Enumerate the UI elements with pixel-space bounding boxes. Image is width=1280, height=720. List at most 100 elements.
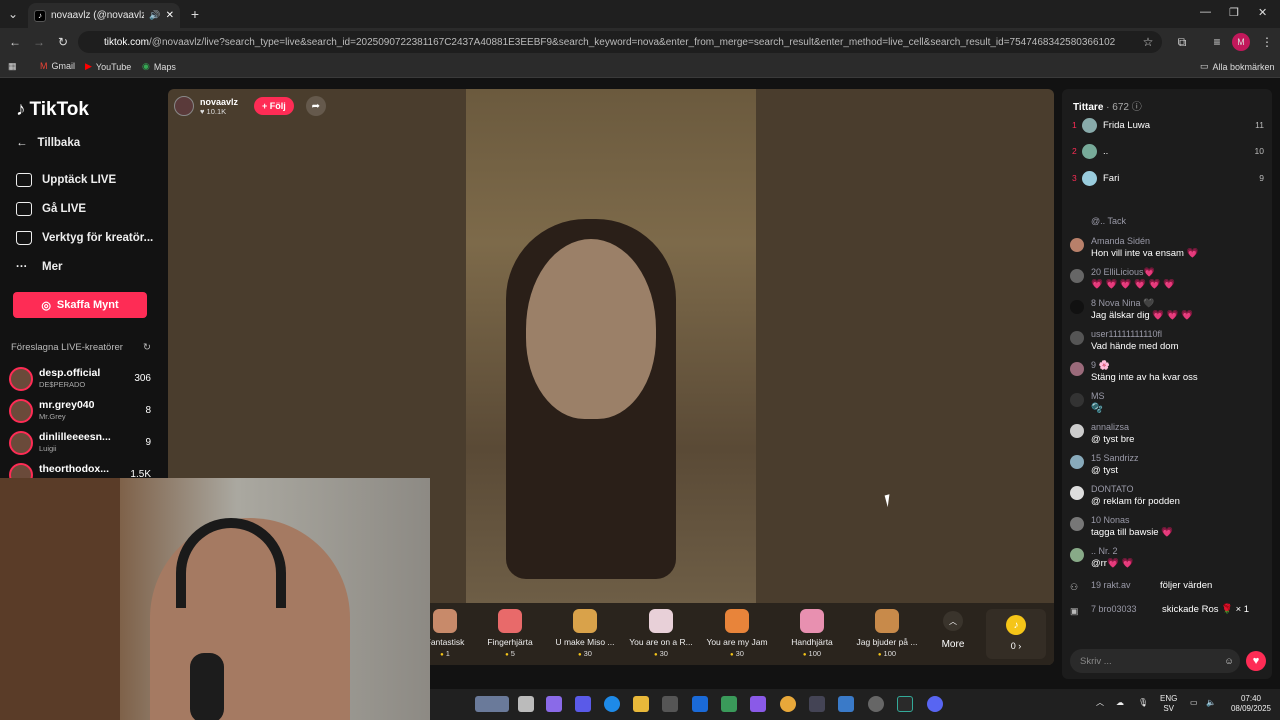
- chat-user[interactable]: annalizsa: [1091, 422, 1129, 432]
- chat-avatar[interactable]: [1070, 362, 1084, 376]
- viewers-title[interactable]: Tittare · 672 ⓘ: [1073, 98, 1142, 113]
- chat-user[interactable]: 20 ElliLicious💗: [1091, 267, 1155, 278]
- chat-user[interactable]: user11111111110fl: [1091, 329, 1162, 339]
- language-indicator[interactable]: ENG SV: [1160, 694, 1177, 714]
- chat-avatar[interactable]: [1070, 424, 1084, 438]
- edge-icon[interactable]: [604, 696, 620, 712]
- task-view-icon[interactable]: [518, 696, 534, 712]
- chat-input[interactable]: Skriv ... ☺: [1070, 649, 1240, 673]
- chat-avatar[interactable]: [1070, 238, 1084, 252]
- chat-user[interactable]: @.. Tack: [1091, 216, 1126, 226]
- ranking-row[interactable]: 3 Fari 9: [1072, 169, 1264, 187]
- media-icon[interactable]: ≡: [1208, 33, 1226, 51]
- obs-icon[interactable]: [868, 696, 884, 712]
- app-icon[interactable]: [809, 696, 825, 712]
- chat-user[interactable]: DONTATO: [1091, 484, 1134, 494]
- refresh-icon[interactable]: ↻: [143, 342, 151, 353]
- host-name[interactable]: novaavlz: [200, 97, 238, 107]
- chatgpt-icon[interactable]: [897, 696, 913, 712]
- gift-item[interactable]: You are my Jam 30: [698, 609, 776, 658]
- chat-user[interactable]: Amanda Sidén: [1091, 236, 1150, 246]
- back-icon[interactable]: ←: [6, 33, 24, 51]
- coin-balance[interactable]: ♪ 0 ›: [986, 609, 1046, 659]
- tiktok-logo[interactable]: ♪ TikTok: [16, 99, 89, 121]
- new-tab-button[interactable]: +: [186, 5, 204, 23]
- chat-user[interactable]: MS: [1091, 391, 1105, 401]
- bookmark-youtube[interactable]: ▶ YouTube: [85, 61, 131, 72]
- gift-item[interactable]: Fingerhjärta 5: [471, 609, 549, 658]
- profile-avatar[interactable]: M: [1232, 33, 1250, 51]
- onedrive-icon[interactable]: ☁: [1116, 698, 1124, 708]
- nav-discover-live[interactable]: Upptäck LIVE: [16, 173, 116, 187]
- chat-user[interactable]: 9 🌸: [1091, 360, 1110, 371]
- discord-icon[interactable]: [927, 696, 943, 712]
- apps-icon[interactable]: ▦: [8, 61, 17, 72]
- file-explorer-icon[interactable]: [633, 696, 649, 712]
- gift-item[interactable]: Jag bjuder på ... 100: [848, 609, 926, 658]
- mic-icon[interactable]: 🎙: [1138, 698, 1148, 708]
- gift-item[interactable]: Handhjärta 100: [773, 609, 851, 658]
- info-icon[interactable]: ⓘ: [1132, 102, 1142, 113]
- chat-user[interactable]: .. Nr. 2: [1091, 546, 1118, 556]
- chat-avatar[interactable]: [1070, 269, 1084, 283]
- chat-user[interactable]: 7 bro03033: [1091, 604, 1137, 614]
- share-icon[interactable]: ➦: [305, 96, 326, 116]
- minimize-icon[interactable]: —: [1200, 6, 1211, 18]
- more-gifts-button[interactable]: ︿ More: [938, 611, 968, 650]
- vpn-icon[interactable]: [721, 696, 737, 712]
- chat-avatar[interactable]: [1070, 300, 1084, 314]
- chat-avatar[interactable]: [1070, 517, 1084, 531]
- tab-search-icon[interactable]: ⌄: [4, 5, 22, 23]
- ranking-row[interactable]: 1 Frida Luwa 11: [1072, 116, 1264, 134]
- bookmark-maps[interactable]: ◉ Maps: [142, 61, 176, 72]
- all-bookmarks[interactable]: ▭ Alla bokmärken: [1200, 61, 1275, 72]
- nav-go-live[interactable]: Gå LIVE: [16, 202, 86, 216]
- url-input[interactable]: tiktok.com/@novaavlz/live?search_type=li…: [78, 31, 1162, 53]
- chat-user[interactable]: 8 Nova Nina 🖤: [1091, 298, 1154, 309]
- bookmark-star-icon[interactable]: ☆: [1139, 33, 1157, 51]
- chat-avatar[interactable]: [1070, 486, 1084, 500]
- chat-avatar[interactable]: [1070, 331, 1084, 345]
- extensions-icon[interactable]: ⧉: [1173, 33, 1191, 51]
- network-icon[interactable]: ▭: [1190, 698, 1198, 708]
- bookmark-gmail[interactable]: M Gmail: [40, 61, 75, 71]
- nav-more[interactable]: ··· Mer: [16, 261, 62, 273]
- follow-button[interactable]: + Följ: [254, 97, 294, 115]
- copilot-icon[interactable]: [546, 696, 562, 712]
- nav-creator-tools[interactable]: Verktyg för kreatör...: [16, 231, 153, 245]
- office-icon[interactable]: [750, 696, 766, 712]
- gift-item[interactable]: You are on a R... 30: [622, 609, 700, 658]
- restore-icon[interactable]: ❐: [1229, 6, 1239, 19]
- ranking-row[interactable]: 2.. 10: [1072, 142, 1264, 160]
- creator-item[interactable]: desp.official DE$PERADO 306: [9, 365, 151, 393]
- menu-icon[interactable]: ⋮: [1258, 33, 1276, 51]
- volume-icon[interactable]: 🔈: [1206, 698, 1216, 708]
- tab-close-icon[interactable]: ✕: [166, 10, 174, 21]
- chat-avatar[interactable]: [1070, 393, 1084, 407]
- gift-item[interactable]: U make Miso ... 30: [546, 609, 624, 658]
- tab-mute-icon[interactable]: 🔊: [149, 10, 160, 21]
- tray-chevron-icon[interactable]: ︿: [1096, 698, 1104, 708]
- chat-user[interactable]: 15 Sandrizz: [1091, 453, 1139, 463]
- back-link[interactable]: ← Tillbaka: [16, 137, 80, 149]
- store-icon[interactable]: [662, 696, 678, 712]
- creator-item[interactable]: mr.grey040 Mr.Grey 8: [9, 397, 151, 425]
- emoji-icon[interactable]: ☺: [1224, 656, 1234, 667]
- chat-avatar[interactable]: [1070, 548, 1084, 562]
- chrome-icon[interactable]: [780, 696, 796, 712]
- chat-user[interactable]: 10 Nonas: [1091, 515, 1130, 525]
- get-coins-button[interactable]: ◎ Skaffa Mynt: [13, 292, 147, 318]
- creator-item[interactable]: dinlilleeeesn... Luigii 9: [9, 429, 151, 457]
- live-video[interactable]: [466, 89, 756, 603]
- host-avatar[interactable]: [174, 96, 194, 116]
- chat-user[interactable]: 19 rakt.av: [1091, 580, 1131, 590]
- outlook-icon[interactable]: [692, 696, 708, 712]
- widget-icon[interactable]: [475, 696, 509, 712]
- photos-icon[interactable]: [838, 696, 854, 712]
- browser-tab[interactable]: ♪ novaavlz (@novaavlz) är LIVE 🔊 ✕: [28, 3, 180, 28]
- chat-avatar[interactable]: [1070, 455, 1084, 469]
- clock[interactable]: 07:40 08/09/2025: [1226, 694, 1276, 714]
- like-heart-button[interactable]: ♥: [1246, 651, 1266, 671]
- teams-icon[interactable]: [575, 696, 591, 712]
- close-window-icon[interactable]: ✕: [1258, 6, 1267, 19]
